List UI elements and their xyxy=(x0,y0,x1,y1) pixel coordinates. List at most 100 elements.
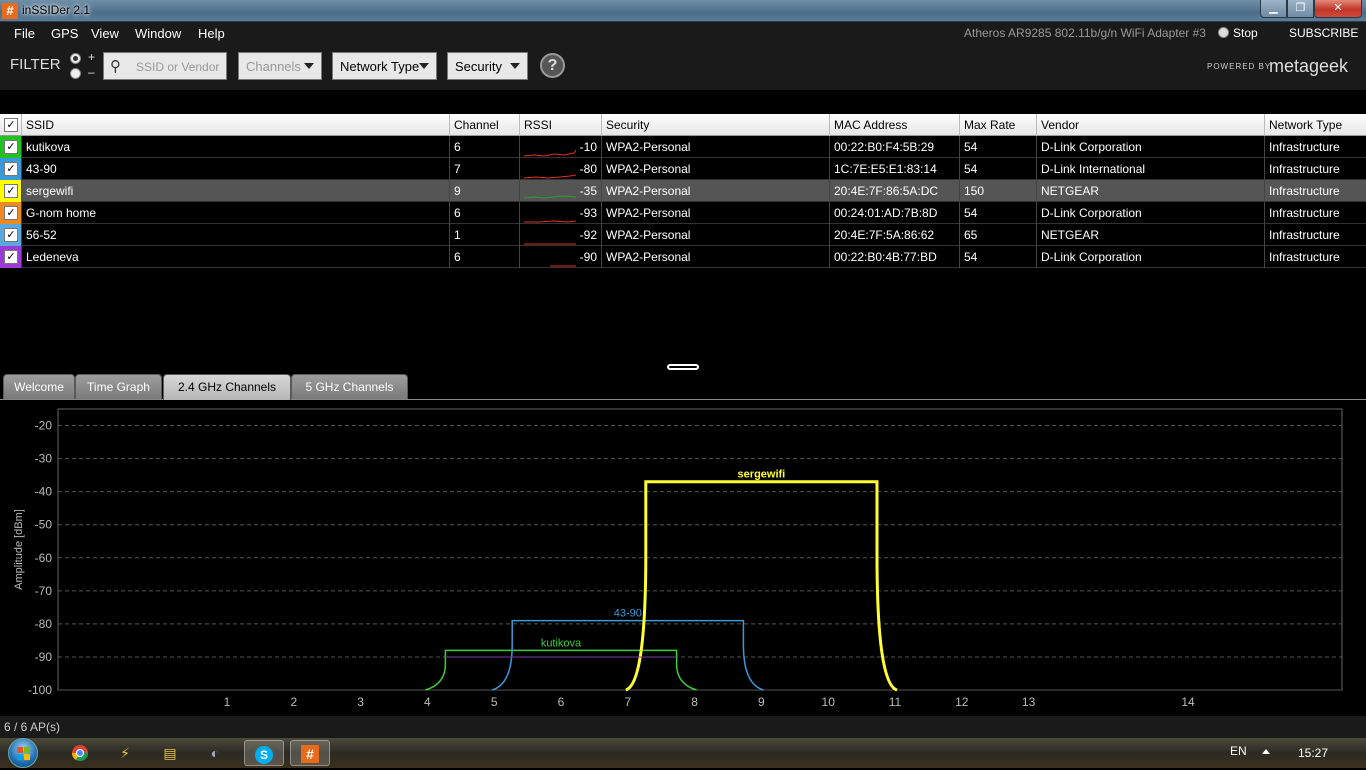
row-checkbox-cell: ✓ xyxy=(0,158,22,180)
maximize-button[interactable]: ❐ xyxy=(1287,0,1314,18)
cell-channel: 6 xyxy=(450,202,520,224)
chrome-taskbar-icon[interactable] xyxy=(60,740,100,766)
skype-taskbar-icon[interactable]: S xyxy=(244,740,284,766)
row-checkbox[interactable]: ✓ xyxy=(4,206,18,220)
tab-5ghz-channels[interactable]: 5 GHz Channels xyxy=(291,374,408,399)
table-row[interactable]: ✓ 43-90 7 -80 WPA2-Personal 1C:7E:E5:E1:83:14… xyxy=(0,158,1366,180)
col-ssid[interactable]: SSID xyxy=(22,114,450,136)
col-vendor[interactable]: Vendor xyxy=(1037,114,1265,136)
menu-view[interactable]: View xyxy=(91,26,119,41)
stop-button[interactable]: Stop xyxy=(1218,26,1258,40)
metageek-logo: metageek xyxy=(1269,56,1349,76)
select-all-cell: ✓ xyxy=(0,114,22,136)
adapter-selector[interactable]: Atheros AR9285 802.11b/g/n WiFi Adapter … xyxy=(964,26,1206,40)
tab-welcome[interactable]: Welcome xyxy=(3,374,75,399)
rssi-value: -80 xyxy=(579,162,597,176)
cell-max-rate: 150 xyxy=(960,180,1037,202)
cell-channel: 6 xyxy=(450,246,520,268)
cell-mac: 1C:7E:E5:E1:83:14 xyxy=(830,158,960,180)
stop-icon xyxy=(1218,27,1229,38)
cell-rssi: -35 xyxy=(520,180,602,202)
cell-max-rate: 54 xyxy=(960,136,1037,158)
x-tick-label: 10 xyxy=(822,695,836,709)
window-title: inSSIDer 2.1 xyxy=(22,3,91,17)
cell-network-type: Infrastructure xyxy=(1269,250,1340,264)
cell-channel: 6 xyxy=(450,136,520,158)
language-indicator[interactable]: EN xyxy=(1230,744,1247,758)
col-network-type[interactable]: Network Type xyxy=(1265,114,1366,136)
channel-chart-panel: -20 -30 -40 -50 -60 -70 -80 -90 -100 1 2 3 4 5 6 7 8 9 10 1… xyxy=(0,400,1366,716)
subscribe-link[interactable]: SUBSCRIBE xyxy=(1289,26,1358,40)
menu-window[interactable]: Window xyxy=(135,26,181,41)
cell-vendor: NETGEAR xyxy=(1037,224,1265,246)
x-tick-label: 13 xyxy=(1022,695,1036,709)
filter-include-label: + xyxy=(88,50,96,64)
close-button[interactable]: ✕ xyxy=(1314,0,1362,18)
cell-network-type: Infrastructure xyxy=(1269,162,1340,176)
x-tick-label: 4 xyxy=(424,695,431,709)
y-tick-label: -40 xyxy=(35,485,53,499)
row-checkbox[interactable]: ✓ xyxy=(4,250,18,264)
table-row[interactable]: ✓ G-nom home 6 -93 WPA2-Personal 00:24:01:AD:… xyxy=(0,202,1366,224)
filter-include-radio[interactable] xyxy=(70,53,81,64)
cell-security: WPA2-Personal xyxy=(602,158,830,180)
system-clock[interactable]: 15:27 xyxy=(1298,746,1328,760)
tab-time-graph[interactable]: Time Graph xyxy=(75,374,162,399)
minimize-button[interactable]: ▁ xyxy=(1260,0,1287,18)
select-all-checkbox[interactable]: ✓ xyxy=(4,118,18,132)
row-checkbox[interactable]: ✓ xyxy=(4,184,18,198)
cell-mac: 00:22:B0:F4:5B:29 xyxy=(830,136,960,158)
col-max-rate[interactable]: Max Rate xyxy=(960,114,1037,136)
menu-help[interactable]: Help xyxy=(198,26,225,41)
row-checkbox-cell: ✓ xyxy=(0,180,22,202)
filter-exclude-radio[interactable] xyxy=(70,68,81,79)
table-row[interactable]: ✓ kutikova 6 -10 WPA2-Personal 00:22:B0:F4:5B… xyxy=(0,136,1366,158)
cell-ssid: G-nom home xyxy=(22,202,450,224)
plot-area xyxy=(57,408,1343,691)
x-tick-label: 14 xyxy=(1181,695,1195,709)
media-taskbar-icon[interactable]: ◐ xyxy=(195,740,235,766)
cell-max-rate: 65 xyxy=(960,224,1037,246)
table-row[interactable]: ✓ sergewifi 9 -35 WPA2-Personal 20:4E:7F:86:5… xyxy=(0,180,1366,202)
start-button[interactable] xyxy=(8,738,38,768)
col-channel[interactable]: Channel xyxy=(450,114,520,136)
cell-vendor: D-Link Corporation xyxy=(1037,202,1265,224)
y-tick-label: -80 xyxy=(35,617,53,631)
app-taskbar-icon[interactable]: ⚡ xyxy=(105,740,145,766)
row-checkbox-cell: ✓ xyxy=(0,224,22,246)
security-dropdown[interactable]: Security xyxy=(447,52,528,80)
chevron-down-icon xyxy=(304,63,314,69)
row-checkbox[interactable]: ✓ xyxy=(4,162,18,176)
y-tick-label: -20 xyxy=(35,419,53,433)
table-row[interactable]: ✓ Ledeneva 6 -90 WPA2-Personal 00:22:B0:4B:77… xyxy=(0,246,1366,268)
col-rssi[interactable]: RSSI xyxy=(520,114,602,136)
rssi-value: -93 xyxy=(579,206,597,220)
cell-vendor: D-Link Corporation xyxy=(1037,136,1265,158)
network-type-dropdown[interactable]: Network Type xyxy=(332,52,437,80)
menu-gps[interactable]: GPS xyxy=(51,26,78,41)
row-checkbox[interactable]: ✓ xyxy=(4,228,18,242)
help-button[interactable]: ? xyxy=(540,53,565,78)
chevron-down-icon xyxy=(510,63,520,69)
inssider-taskbar-icon[interactable]: # xyxy=(290,740,330,766)
tab-24ghz-channels[interactable]: 2.4 GHz Channels xyxy=(163,374,291,400)
pane-splitter[interactable] xyxy=(667,364,699,370)
cell-rssi: -90 xyxy=(520,246,602,268)
col-security[interactable]: Security xyxy=(602,114,830,136)
explorer-taskbar-icon[interactable]: ▤ xyxy=(150,740,190,766)
row-checkbox[interactable]: ✓ xyxy=(4,140,18,154)
tray-expand-icon[interactable] xyxy=(1262,749,1270,754)
table-row[interactable]: ✓ 56-52 1 -92 WPA2-Personal 20:4E:7F:5A:86:62… xyxy=(0,224,1366,246)
view-tabs: Welcome Time Graph 2.4 GHz Channels 5 GH… xyxy=(0,374,1366,400)
search-input[interactable]: ⚲ SSID or Vendor xyxy=(103,52,227,80)
channels-dropdown[interactable]: Channels xyxy=(238,52,322,80)
rssi-value: -10 xyxy=(579,140,597,154)
x-tick-label: 1 xyxy=(224,695,231,709)
rssi-sparkline xyxy=(524,220,576,223)
cell-rssi: -80 xyxy=(520,158,602,180)
menu-file[interactable]: File xyxy=(14,26,35,41)
cell-vendor: D-Link Corporation xyxy=(1037,246,1265,268)
cell-ssid: kutikova xyxy=(22,136,450,158)
cell-network-type: Infrastructure xyxy=(1269,206,1340,220)
col-mac[interactable]: MAC Address xyxy=(830,114,960,136)
